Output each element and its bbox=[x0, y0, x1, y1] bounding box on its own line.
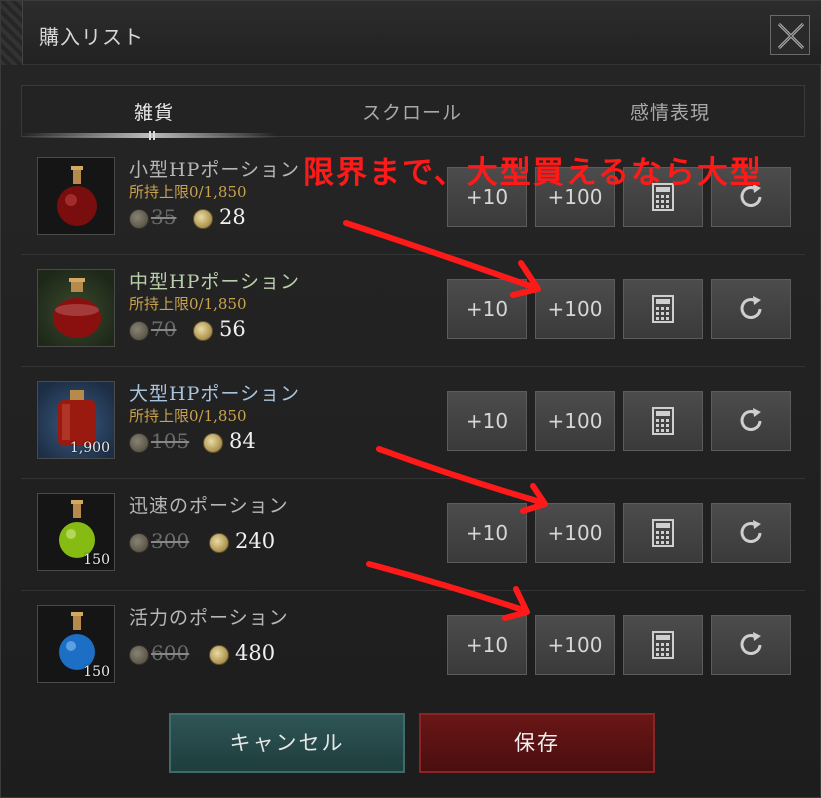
add-100-button[interactable]: +100 bbox=[535, 615, 615, 675]
owned-quantity: 150 bbox=[83, 552, 110, 568]
refresh-icon bbox=[740, 520, 762, 543]
calculator-icon bbox=[652, 407, 674, 435]
potion-icon bbox=[57, 166, 97, 226]
reset-button[interactable] bbox=[711, 279, 791, 339]
coin-icon bbox=[129, 433, 149, 453]
potion-icon bbox=[53, 278, 101, 338]
list-item: 150 迅速のポーション 300 240 +10 +100 bbox=[21, 479, 805, 591]
original-price: 600 bbox=[151, 641, 190, 665]
calculator-icon bbox=[652, 295, 674, 323]
reset-button[interactable] bbox=[711, 503, 791, 563]
cancel-button[interactable]: キャンセル bbox=[169, 713, 405, 773]
list-item: 中型HPポーション 所持上限0/1,850 70 56 +10 +100 bbox=[21, 255, 805, 367]
list-item: 1,900 大型HPポーション 所持上限0/1,850 105 84 +10 +… bbox=[21, 367, 805, 479]
add-10-button[interactable]: +10 bbox=[447, 503, 527, 563]
item-name: 活力のポーション bbox=[129, 607, 289, 629]
add-100-button[interactable]: +100 bbox=[535, 391, 615, 451]
sale-price: 84 bbox=[229, 429, 256, 453]
coin-icon bbox=[209, 645, 229, 665]
tab-bar: 雑貨 スクロール 感情表現 bbox=[21, 85, 805, 137]
owned-quantity: 1,900 bbox=[69, 440, 110, 456]
add-100-button[interactable]: +100 bbox=[535, 503, 615, 563]
active-tab-pip bbox=[149, 131, 155, 140]
coin-icon bbox=[193, 209, 213, 229]
holding-limit: 所持上限0/1,850 bbox=[129, 407, 247, 425]
owned-quantity: 150 bbox=[83, 664, 110, 680]
close-icon bbox=[777, 22, 805, 50]
list-item: 150 活力のポーション 600 480 +10 +100 bbox=[21, 591, 805, 703]
save-button[interactable]: 保存 bbox=[419, 713, 655, 773]
purchase-list-window: 購入リスト 雑貨 スクロール 感情表現 小型HPポーション 所持上限0/1,85… bbox=[0, 0, 821, 798]
calculator-button[interactable] bbox=[623, 279, 703, 339]
tab-scrolls[interactable]: スクロール bbox=[362, 98, 462, 125]
original-price: 105 bbox=[151, 429, 190, 453]
add-10-button[interactable]: +10 bbox=[447, 279, 527, 339]
reset-button[interactable] bbox=[711, 615, 791, 675]
coin-icon bbox=[193, 321, 213, 341]
calculator-button[interactable] bbox=[623, 615, 703, 675]
tab-goods[interactable]: 雑貨 bbox=[134, 98, 174, 125]
holding-limit: 所持上限0/1,850 bbox=[129, 183, 247, 201]
handwritten-annotation: 限界まで、大型買えるなら大型 bbox=[303, 155, 763, 191]
original-price: 35 bbox=[151, 205, 177, 229]
window-title: 購入リスト bbox=[39, 25, 144, 49]
vitality-potion-image: 150 bbox=[37, 605, 115, 683]
sale-price: 28 bbox=[219, 205, 246, 229]
swiftness-potion-image: 150 bbox=[37, 493, 115, 571]
sale-price: 240 bbox=[235, 529, 276, 553]
reset-button[interactable] bbox=[711, 391, 791, 451]
refresh-icon bbox=[740, 632, 762, 655]
coin-icon bbox=[203, 433, 223, 453]
close-button[interactable] bbox=[770, 15, 810, 55]
calculator-button[interactable] bbox=[623, 391, 703, 451]
item-list: 小型HPポーション 所持上限0/1,850 35 28 +10 +100 中型H… bbox=[21, 143, 805, 691]
coin-icon bbox=[209, 533, 229, 553]
item-name: 大型HPポーション bbox=[129, 383, 300, 405]
medium-hp-potion-image bbox=[37, 269, 115, 347]
small-hp-potion-image bbox=[37, 157, 115, 235]
coin-icon bbox=[129, 209, 149, 229]
sale-price: 480 bbox=[235, 641, 276, 665]
original-price: 70 bbox=[151, 317, 177, 341]
calculator-icon bbox=[652, 519, 674, 547]
coin-icon bbox=[129, 321, 149, 341]
tab-emotes[interactable]: 感情表現 bbox=[630, 98, 710, 125]
add-10-button[interactable]: +10 bbox=[447, 615, 527, 675]
refresh-icon bbox=[740, 296, 762, 319]
calculator-button[interactable] bbox=[623, 503, 703, 563]
title-ornament bbox=[1, 1, 23, 65]
title-bar: 購入リスト bbox=[1, 1, 821, 65]
coin-icon bbox=[129, 645, 149, 665]
large-hp-potion-image: 1,900 bbox=[37, 381, 115, 459]
calculator-icon bbox=[652, 631, 674, 659]
add-100-button[interactable]: +100 bbox=[535, 279, 615, 339]
item-name: 小型HPポーション bbox=[129, 159, 300, 181]
refresh-icon bbox=[740, 408, 762, 431]
coin-icon bbox=[129, 533, 149, 553]
sale-price: 56 bbox=[219, 317, 246, 341]
original-price: 300 bbox=[151, 529, 190, 553]
add-10-button[interactable]: +10 bbox=[447, 391, 527, 451]
holding-limit: 所持上限0/1,850 bbox=[129, 295, 247, 313]
item-name: 迅速のポーション bbox=[129, 495, 289, 517]
item-name: 中型HPポーション bbox=[129, 271, 300, 293]
